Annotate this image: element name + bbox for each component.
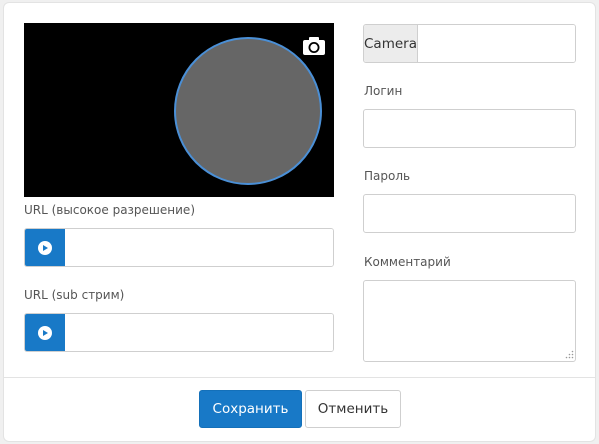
url-sub-field bbox=[24, 313, 334, 352]
login-input[interactable] bbox=[363, 109, 576, 148]
preview-placeholder-circle bbox=[174, 37, 322, 185]
url-high-label: URL (высокое разрешение) bbox=[24, 203, 195, 217]
url-sub-play-button[interactable] bbox=[25, 314, 65, 351]
camera-name-group: Camera bbox=[363, 24, 576, 63]
cancel-button[interactable]: Отменить bbox=[305, 390, 401, 428]
login-label: Логин bbox=[364, 84, 403, 98]
url-high-field bbox=[24, 228, 334, 267]
camera-name-input[interactable] bbox=[417, 25, 575, 62]
url-sub-label: URL (sub стрим) bbox=[24, 288, 125, 302]
resize-grip-icon[interactable] bbox=[564, 349, 574, 359]
password-input[interactable] bbox=[363, 194, 576, 233]
url-high-play-button[interactable] bbox=[25, 229, 65, 266]
url-high-input[interactable] bbox=[65, 229, 333, 266]
comment-textarea[interactable] bbox=[363, 280, 576, 362]
password-label: Пароль bbox=[364, 169, 411, 183]
camera-addon-label: Camera bbox=[364, 25, 418, 62]
comment-label: Комментарий bbox=[364, 255, 451, 269]
camera-icon bbox=[303, 37, 325, 55]
play-icon bbox=[38, 325, 52, 340]
snapshot-button[interactable] bbox=[301, 35, 327, 57]
play-icon bbox=[38, 240, 52, 255]
url-sub-input[interactable] bbox=[65, 314, 333, 351]
camera-preview bbox=[24, 23, 334, 197]
footer-divider bbox=[4, 377, 595, 378]
save-button[interactable]: Сохранить bbox=[199, 390, 302, 428]
camera-settings-dialog: URL (высокое разрешение) URL (sub стрим)… bbox=[3, 2, 596, 442]
